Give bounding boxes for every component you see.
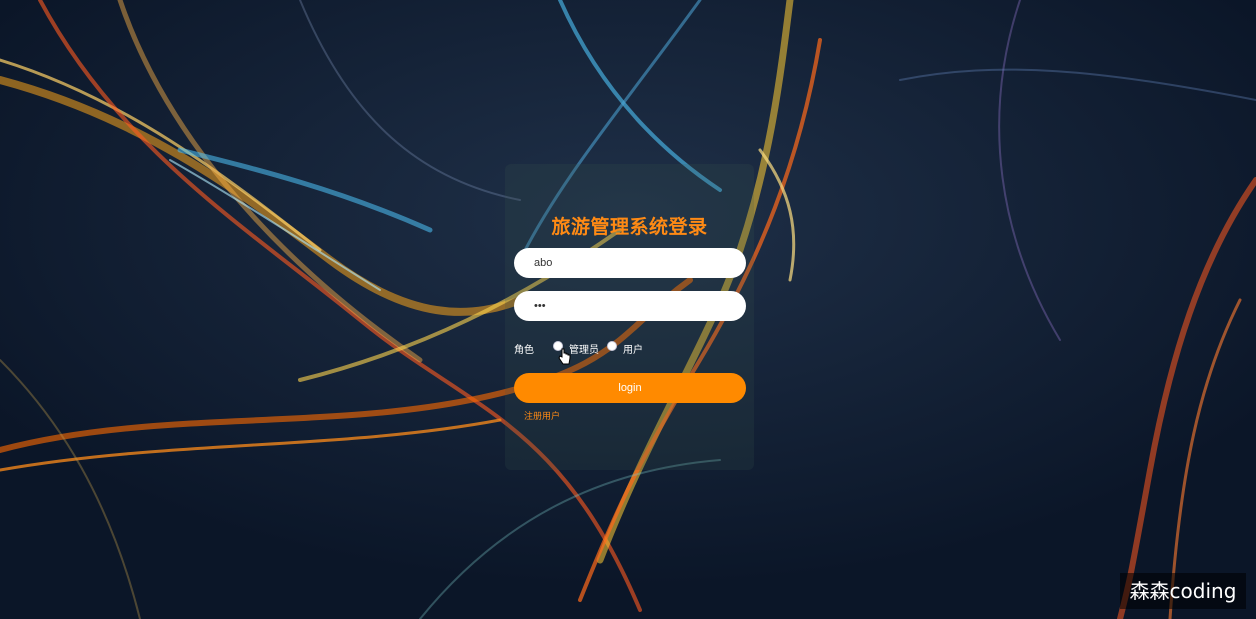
role-radio-user-label[interactable]: 用户 xyxy=(623,341,643,356)
register-link[interactable]: 注册用户 xyxy=(524,409,560,422)
login-card: 旅游管理系统登录 角色 管理员 用户 login 注册用户 xyxy=(505,164,754,470)
hand-cursor-icon xyxy=(558,348,571,365)
page-title: 旅游管理系统登录 xyxy=(551,216,708,238)
role-radio-admin-label[interactable]: 管理员 xyxy=(569,341,599,356)
username-input[interactable] xyxy=(514,248,746,278)
watermark: 森森coding xyxy=(1120,573,1246,609)
password-input[interactable] xyxy=(514,291,746,321)
role-label: 角色 xyxy=(514,345,534,356)
role-selector: 角色 管理员 用户 xyxy=(514,340,746,356)
login-button[interactable]: login xyxy=(514,373,746,403)
role-radio-user[interactable] xyxy=(607,341,617,351)
